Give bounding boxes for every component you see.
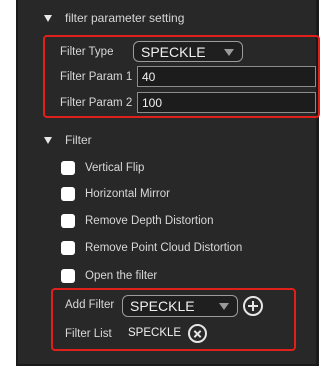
add-filter-label: Add Filter: [65, 299, 115, 311]
vertical-flip-checkbox[interactable]: [61, 161, 75, 175]
filter-list-label: Filter List: [65, 328, 112, 340]
filter-param2-input[interactable]: 100: [137, 92, 316, 113]
chevron-down-icon: [219, 303, 229, 310]
expand-triangle-icon[interactable]: [44, 136, 52, 144]
open-filter-label: Open the filter: [85, 270, 158, 282]
filter-type-select[interactable]: SPECKLE: [133, 41, 243, 62]
filter-param2-value: 100: [142, 95, 163, 110]
add-filter-value: SPECKLE: [130, 298, 195, 314]
filter-param1-value: 40: [142, 69, 156, 84]
plus-circle-icon[interactable]: [243, 296, 263, 316]
chevron-down-icon: [224, 48, 234, 56]
checkbox-row-vertical-flip[interactable]: Vertical Flip: [61, 161, 144, 175]
remove-point-cloud-distortion-label: Remove Point Cloud Distortion: [85, 242, 243, 254]
add-filter-select[interactable]: SPECKLE: [122, 295, 238, 317]
vertical-flip-label: Vertical Flip: [85, 162, 145, 174]
expand-triangle-icon[interactable]: [44, 14, 52, 22]
checkbox-row-open-filter[interactable]: Open the filter: [61, 269, 157, 283]
horizontal-mirror-checkbox[interactable]: [61, 187, 75, 201]
checkbox-row-remove-depth-distortion[interactable]: Remove Depth Distortion: [61, 214, 213, 228]
close-circle-icon[interactable]: [188, 324, 207, 343]
checkbox-row-horizontal-mirror[interactable]: Horizontal Mirror: [61, 187, 170, 201]
open-filter-checkbox[interactable]: [61, 269, 75, 283]
filter-section-title: Filter: [65, 133, 92, 147]
remove-point-cloud-distortion-checkbox[interactable]: [61, 241, 75, 255]
remove-depth-distortion-checkbox[interactable]: [61, 214, 75, 228]
filter-param1-input[interactable]: 40: [137, 66, 316, 87]
filter-param-section-header[interactable]: filter parameter setting: [44, 11, 184, 25]
filter-section-header[interactable]: Filter: [44, 133, 92, 147]
checkbox-row-remove-point-cloud-distortion[interactable]: Remove Point Cloud Distortion: [61, 241, 242, 255]
settings-panel: filter parameter setting Filter Type SPE…: [16, 0, 320, 366]
filter-type-label: Filter Type: [60, 46, 114, 58]
filter-param-section-title: filter parameter setting: [65, 11, 185, 25]
horizontal-mirror-label: Horizontal Mirror: [85, 188, 170, 200]
filter-param2-label: Filter Param 2: [60, 97, 133, 109]
remove-depth-distortion-label: Remove Depth Distortion: [85, 215, 214, 227]
filter-type-value: SPECKLE: [141, 43, 206, 60]
filter-list-item: SPECKLE: [128, 327, 182, 339]
filter-param1-label: Filter Param 1: [60, 71, 133, 83]
